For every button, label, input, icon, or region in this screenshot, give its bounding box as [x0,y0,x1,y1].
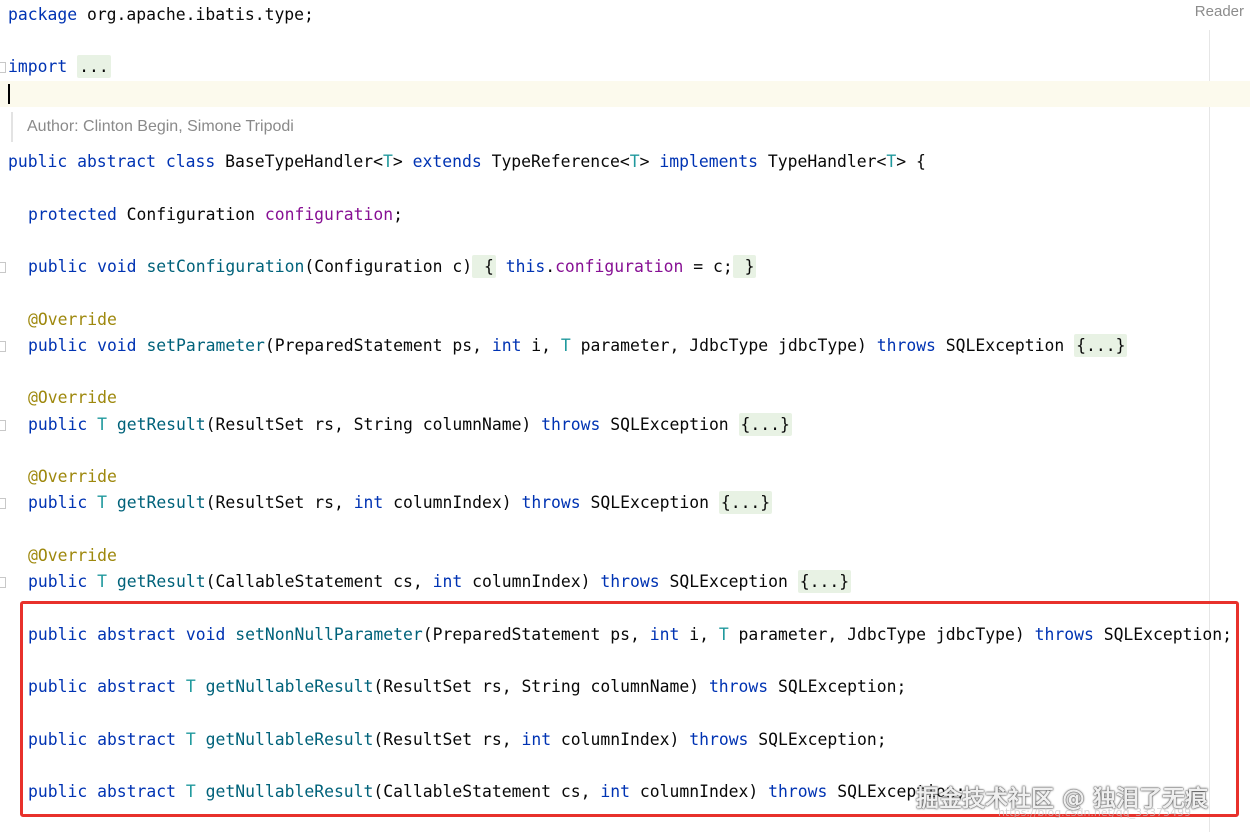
reader-mode-button[interactable]: Reader [1195,3,1244,20]
code-text: (PreparedStatement ps, [264,336,492,355]
keyword: throws [600,572,660,591]
class-name: BaseTypeHandler< [215,152,383,171]
annotation-override: @Override [0,388,117,408]
keyword: throws [876,336,936,355]
code-text: (ResultSet rs, [205,493,354,512]
code-line-get-result-column-name: public T getResult(ResultSet rs, String … [0,413,792,436]
inline-fold[interactable]: { [472,255,496,278]
code-text: SQLException [935,336,1075,355]
type-param: T [383,152,393,171]
text-caret [8,84,10,104]
code-text: > { [896,152,926,171]
code-line-set-parameter: public void setParameter(PreparedStateme… [0,334,1128,357]
annotation-override: @Override [0,467,117,487]
keyword: public [28,572,88,591]
code-text: parameter, JdbcType jdbcType) [570,336,877,355]
keyword: this [495,257,546,276]
method-name: getResult [116,415,206,434]
code-text: columnIndex) [383,493,522,512]
code-text: (CallableStatement cs, [205,572,433,591]
keyword: import [8,57,68,76]
code-text: TypeHandler< [758,152,887,171]
folded-body[interactable]: {...} [738,413,792,436]
method-name: getResult [116,493,206,512]
field-name: configuration [264,205,394,224]
method-name: setConfiguration [146,257,305,276]
code-line-set-configuration: public void setConfiguration(Configurati… [0,255,757,278]
annotation-override: @Override [0,310,117,330]
code-text: ; [393,205,404,224]
keyword: public [28,415,88,434]
keyword: throws [521,493,581,512]
keyword: extends [412,152,482,171]
keyword: int [491,336,522,355]
code-text: i, [521,336,561,355]
code-text: SQLException [600,415,739,434]
keyword: public void [28,336,137,355]
type-param: T [886,152,897,171]
keyword: int [353,493,384,512]
code-text: SQLException [659,572,798,591]
method-name: setParameter [146,336,265,355]
code-text: (ResultSet rs, String columnName) [205,415,542,434]
code-line-get-result-callable: public T getResult(CallableStatement cs,… [0,570,852,593]
folded-body[interactable]: {...} [797,570,852,593]
code-text: TypeReference< [481,152,630,171]
field-name: configuration [555,257,684,276]
type-param: T [97,415,107,434]
folded-imports[interactable]: ... [77,55,111,78]
annotation: @Override [28,546,117,565]
code-text: (Configuration c) [304,257,473,276]
field-type: Configuration [116,205,265,224]
code-line-class-declaration: public abstract class BaseTypeHandler<T>… [0,152,926,172]
inline-fold[interactable]: } [732,255,757,278]
annotation-override: @Override [0,546,117,566]
doc-comment-bar [11,112,13,142]
current-line-highlight [0,81,1250,107]
code-editor[interactable]: Reader package org.apache.ibatis.type; i… [0,0,1250,832]
code-line-get-result-column-index: public T getResult(ResultSet rs, int col… [0,491,773,514]
keyword: implements [659,152,759,171]
type-param: T [97,493,107,512]
code-text: = c; [683,257,733,276]
type-param: T [560,336,571,355]
keyword: package [8,5,78,24]
code-text: columnIndex) [462,572,601,591]
code-text: > [639,152,660,171]
annotation: @Override [28,467,117,486]
type-param: T [97,572,107,591]
keyword: throws [541,415,601,434]
watermark-url: https://blog.csdn.net/qq_33375499 [998,806,1192,819]
code-text: > [392,152,413,171]
folded-body[interactable]: {...} [1074,334,1128,357]
code-text: . [545,257,556,276]
author-doc-hint: Author: Clinton Begin, Simone Tripodi [27,118,294,135]
keyword: public void [28,257,137,276]
code-line-import: import ... [0,55,111,78]
annotation: @Override [28,388,117,407]
keyword: public abstract class [8,152,216,171]
keyword: protected [28,205,117,224]
method-name: getResult [116,572,206,591]
package-name: org.apache.ibatis.type; [77,5,314,24]
code-line-package: package org.apache.ibatis.type; [0,5,314,25]
annotation: @Override [28,310,117,329]
keyword: int [432,572,463,591]
keyword: public [28,493,88,512]
type-param: T [629,152,640,171]
code-text: SQLException [580,493,719,512]
code-line-field: protected Configuration configuration; [0,205,403,225]
folded-body[interactable]: {...} [718,491,773,514]
